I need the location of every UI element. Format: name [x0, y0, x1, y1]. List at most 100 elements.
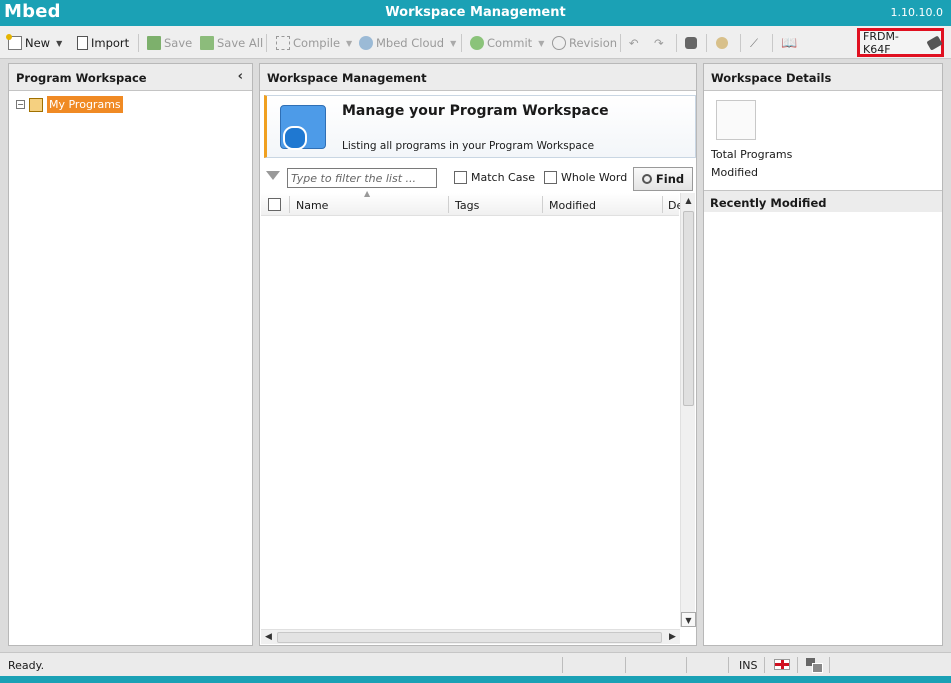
- panel-title: Program Workspace: [16, 71, 147, 85]
- compile-button[interactable]: Compile ▼: [276, 33, 352, 53]
- modified-label: Modified: [711, 166, 758, 179]
- save-all-button-label: Save All: [217, 36, 264, 50]
- toolbar-divider: [706, 34, 707, 52]
- whole-word-checkbox[interactable]: Whole Word: [544, 171, 627, 184]
- save-icon: [147, 36, 161, 50]
- banner-subtitle: Listing all programs in your Program Wor…: [342, 140, 595, 152]
- match-case-checkbox[interactable]: Match Case: [454, 171, 535, 184]
- chevron-down-icon[interactable]: ▼: [538, 39, 544, 48]
- revision-button[interactable]: Revision: [552, 33, 617, 53]
- save-button-label: Save: [164, 36, 193, 50]
- cloud-icon: [359, 36, 373, 50]
- toolbar-divider: [266, 34, 267, 52]
- column-header-tags[interactable]: Tags: [455, 199, 479, 212]
- book-icon: 📖: [781, 35, 798, 51]
- select-all-checkbox[interactable]: [268, 198, 281, 211]
- whole-word-label: Whole Word: [561, 171, 628, 184]
- collapse-left-icon[interactable]: ‹: [238, 69, 243, 84]
- status-text: Ready.: [8, 659, 45, 672]
- undo-icon: ↶: [629, 36, 639, 50]
- new-file-icon: [6, 34, 22, 50]
- scroll-thumb[interactable]: [277, 632, 662, 643]
- scroll-thumb[interactable]: [683, 211, 694, 406]
- commit-icon: [470, 36, 484, 50]
- import-icon: [77, 36, 88, 50]
- checkbox-box[interactable]: [544, 171, 557, 184]
- redo-icon: ↷: [654, 36, 664, 50]
- redo-button[interactable]: ↷: [654, 33, 664, 53]
- import-button[interactable]: Import: [77, 33, 129, 53]
- commit-button-label: Commit: [487, 36, 533, 50]
- workspace-details-panel: Workspace Details Total Programs Modifie…: [703, 63, 943, 646]
- tree-collapse-icon[interactable]: −: [16, 100, 25, 109]
- panel-header: Program Workspace ‹: [9, 64, 252, 91]
- workspace-management-panel: Workspace Management Manage your Program…: [259, 63, 697, 646]
- horizontal-scrollbar[interactable]: ◀ ▶: [261, 629, 680, 644]
- find-button-label: Find: [655, 172, 685, 186]
- toolbar-divider: [620, 34, 621, 52]
- scroll-left-icon[interactable]: ◀: [261, 630, 276, 645]
- status-divider: [829, 657, 830, 673]
- board-chip-icon: [926, 34, 943, 51]
- status-divider: [625, 657, 626, 673]
- status-divider: [562, 657, 563, 673]
- column-divider[interactable]: [448, 196, 449, 213]
- status-divider: [728, 657, 729, 673]
- target-device-selector[interactable]: FRDM-K64F: [857, 28, 944, 57]
- match-case-label: Match Case: [471, 171, 535, 184]
- mbed-cloud-button[interactable]: Mbed Cloud ▼: [359, 33, 456, 53]
- window-bottom-border: [0, 676, 951, 683]
- grid-header: ▲ Name Tags Modified De: [261, 189, 683, 216]
- column-header-modified[interactable]: Modified: [549, 199, 596, 212]
- window-title: Workspace Management: [385, 5, 566, 20]
- total-programs-label: Total Programs: [711, 148, 793, 161]
- format-code-icon: [716, 37, 728, 49]
- recently-modified-header: Recently Modified: [704, 190, 942, 212]
- import-button-label: Import: [91, 36, 130, 50]
- save-all-button[interactable]: Save All: [200, 33, 263, 53]
- chevron-down-icon[interactable]: ▼: [346, 39, 352, 48]
- save-button[interactable]: Save: [147, 33, 192, 53]
- tree-node-my-programs[interactable]: − My Programs: [16, 96, 123, 113]
- panel-title: Workspace Management: [267, 71, 427, 85]
- column-divider[interactable]: [662, 196, 663, 213]
- new-button[interactable]: New ▼: [6, 33, 62, 53]
- toolbar-divider: [740, 34, 741, 52]
- wizard-button[interactable]: ⟋: [750, 33, 758, 53]
- binoculars-icon: [685, 37, 697, 49]
- device-label: FRDM-K64F: [863, 29, 899, 56]
- filter-row: Match Case Whole Word Find: [266, 167, 694, 191]
- filter-input[interactable]: [287, 168, 437, 188]
- find-replace-button[interactable]: [685, 33, 697, 53]
- scroll-down-icon[interactable]: ▼: [681, 612, 696, 627]
- column-divider[interactable]: [542, 196, 543, 213]
- help-button[interactable]: 📖: [781, 33, 797, 53]
- checkbox-box[interactable]: [454, 171, 467, 184]
- workspace-banner: Manage your Program Workspace Listing al…: [264, 95, 696, 158]
- find-button[interactable]: Find: [633, 167, 693, 191]
- title-bar: Mbed Workspace Management 1.10.10.0: [0, 0, 951, 26]
- chevron-down-icon[interactable]: ▼: [450, 39, 456, 48]
- toolbar-divider: [772, 34, 773, 52]
- panel-header: Workspace Management: [260, 64, 696, 91]
- workspace-folder-icon: [29, 97, 43, 112]
- network-status-icon[interactable]: [806, 658, 823, 673]
- vertical-scrollbar[interactable]: ▲ ▼: [680, 193, 696, 627]
- program-stats-tile: [716, 100, 756, 140]
- undo-button[interactable]: ↶: [629, 33, 639, 53]
- format-button[interactable]: [716, 33, 728, 53]
- banner-heading: Manage your Program Workspace: [342, 103, 609, 119]
- chevron-down-icon[interactable]: ▼: [56, 39, 62, 48]
- status-divider: [797, 657, 798, 673]
- uk-flag-icon[interactable]: [774, 659, 790, 670]
- toolbar-divider: [461, 34, 462, 52]
- search-icon: [641, 174, 652, 184]
- toolbar-divider: [138, 34, 139, 52]
- main-toolbar: New ▼ Import Save Save All Compile ▼ Mbe…: [0, 26, 951, 59]
- scroll-up-icon[interactable]: ▲: [681, 193, 696, 208]
- panel-header: Workspace Details: [704, 64, 942, 91]
- scroll-right-icon[interactable]: ▶: [665, 630, 680, 645]
- tree-node-label[interactable]: My Programs: [47, 96, 123, 113]
- column-header-name[interactable]: Name: [296, 199, 328, 212]
- commit-button[interactable]: Commit ▼: [470, 33, 544, 53]
